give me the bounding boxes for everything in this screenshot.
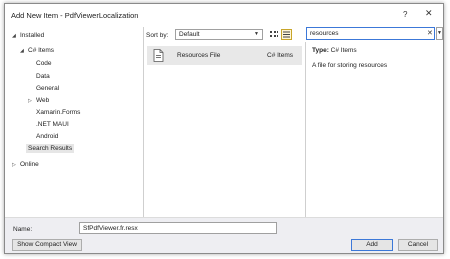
tree-item-csharp-items[interactable]: C# Items — [28, 47, 54, 54]
search-input[interactable]: resources ✕ — [306, 27, 435, 40]
collapsed-arrow-icon[interactable]: ▷ — [12, 162, 16, 168]
tree-item-general[interactable]: General — [36, 85, 59, 92]
sort-toolbar: Sort by: Default ▼ — [144, 27, 304, 45]
grid-view-button[interactable] — [268, 29, 279, 40]
tree-item-online[interactable]: Online — [20, 161, 39, 168]
tree-item-search-results[interactable]: Search Results — [26, 144, 75, 153]
tree-item-net-maui[interactable]: .NET MAUI — [36, 121, 69, 128]
details-pane: Type: C# Items A file for storing resour… — [306, 42, 443, 217]
sort-value: Default — [179, 31, 200, 38]
add-button[interactable]: Add — [351, 239, 393, 251]
name-field[interactable]: SfPdfViewer.fr.resx — [79, 222, 277, 234]
search-value: resources — [310, 30, 339, 37]
expanded-arrow-icon[interactable]: ◢ — [20, 48, 24, 54]
grid-view-icon — [270, 31, 278, 37]
detail-description: A file for storing resources — [312, 62, 388, 69]
tree-item-xamarin-forms[interactable]: Xamarin.Forms — [36, 109, 80, 116]
close-button[interactable]: ✕ — [425, 8, 433, 19]
collapsed-arrow-icon[interactable]: ▷ — [28, 98, 32, 104]
list-view-button[interactable] — [281, 29, 292, 40]
help-button[interactable]: ? — [403, 10, 407, 19]
detail-type-label: Type: — [312, 47, 329, 54]
clear-search-icon[interactable]: ✕ — [427, 29, 433, 37]
chevron-down-icon: ▼ — [437, 30, 442, 36]
detail-type: Type: C# Items — [312, 47, 357, 54]
list-item[interactable]: Resources File C# Items — [147, 46, 302, 65]
tree-item-installed[interactable]: Installed — [20, 32, 44, 39]
add-new-item-dialog: Add New Item - PdfViewerLocalization ? ✕… — [4, 3, 444, 254]
template-tree: ◢ Installed ◢ C# Items Code Data General… — [11, 27, 142, 217]
sort-dropdown[interactable]: Default ▼ — [175, 29, 263, 40]
search-options-button[interactable]: ▼ — [436, 27, 443, 40]
dialog-footer: Name: SfPdfViewer.fr.resx Show Compact V… — [5, 217, 443, 253]
show-compact-view-button[interactable]: Show Compact View — [12, 239, 82, 251]
item-type: C# Items — [267, 52, 294, 59]
item-name: Resources File — [177, 52, 221, 59]
cancel-button[interactable]: Cancel — [398, 239, 438, 251]
sort-label: Sort by: — [146, 32, 169, 39]
resource-file-icon — [153, 49, 164, 62]
dialog-title: Add New Item - PdfViewerLocalization — [11, 11, 139, 20]
chevron-down-icon: ▼ — [254, 31, 259, 37]
tree-item-code[interactable]: Code — [36, 60, 52, 67]
tree-item-data[interactable]: Data — [36, 73, 50, 80]
list-view-icon — [283, 31, 290, 38]
template-list: Resources File C# Items — [144, 45, 304, 217]
name-label: Name: — [13, 226, 33, 233]
detail-type-value: C# Items — [330, 47, 357, 54]
tree-item-android[interactable]: Android — [36, 133, 58, 140]
tree-item-web[interactable]: Web — [36, 97, 49, 104]
title-bar: Add New Item - PdfViewerLocalization ? ✕ — [5, 4, 443, 26]
expanded-arrow-icon[interactable]: ◢ — [12, 33, 16, 39]
